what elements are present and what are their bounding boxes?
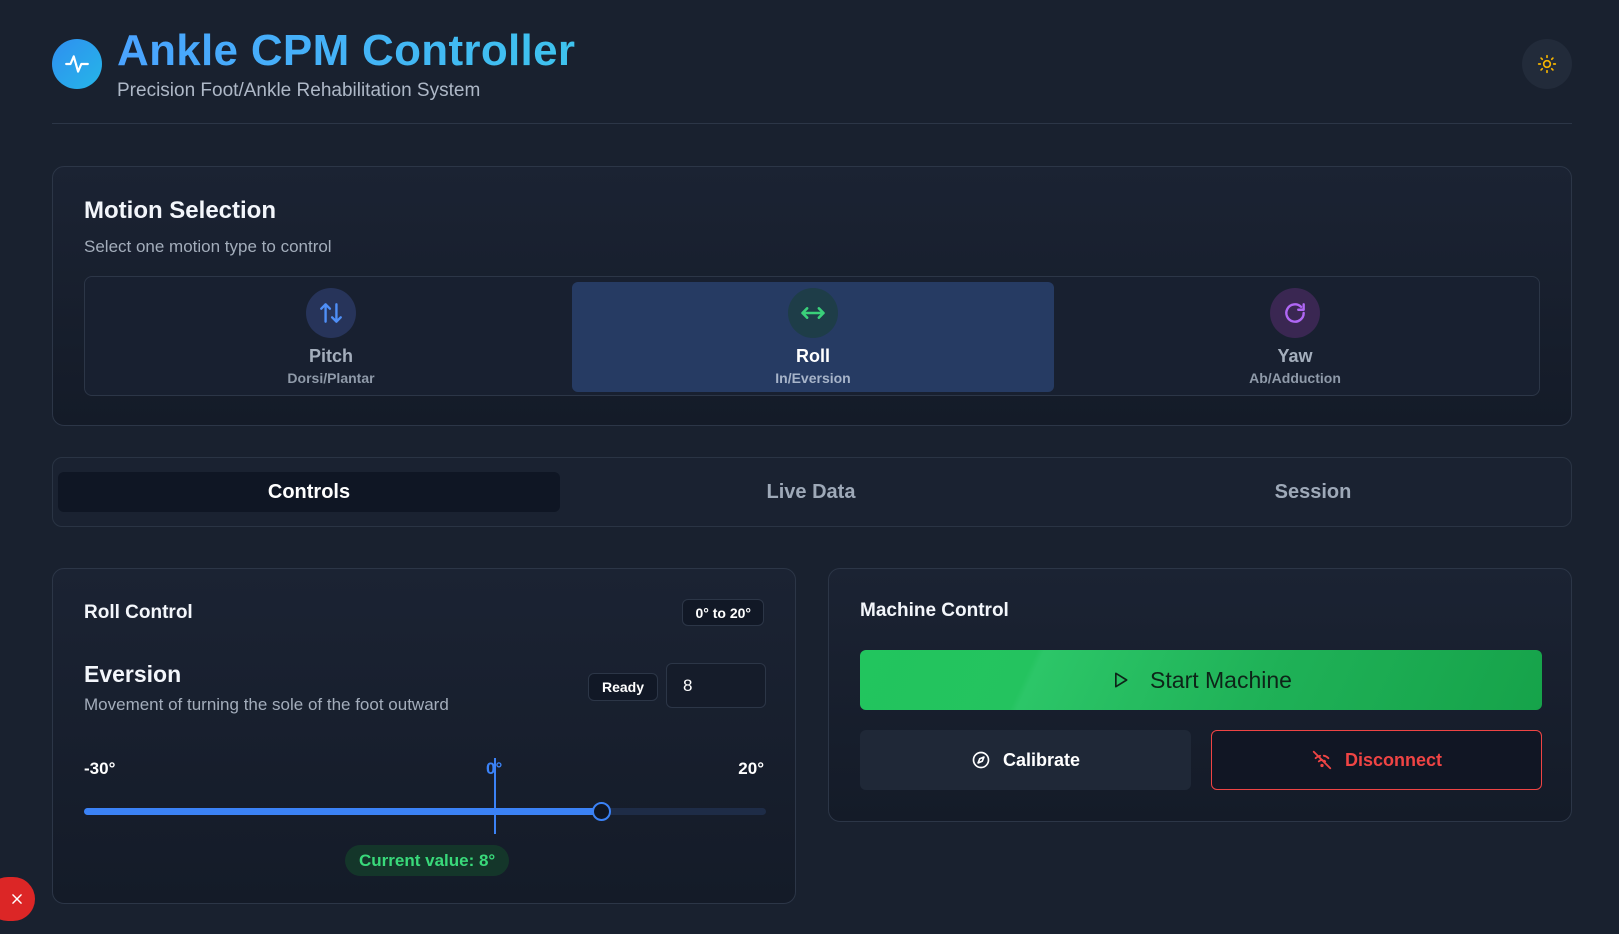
range-badge: 0° to 20° (682, 599, 764, 626)
app-header: Ankle CPM Controller Precision Foot/Ankl… (52, 26, 1572, 124)
motion-name: Eversion (84, 661, 182, 687)
disconnect-label: Disconnect (1344, 749, 1443, 770)
motion-selection-subtitle: Select one motion type to control (84, 237, 332, 256)
calibrate-button[interactable]: Calibrate (860, 730, 1191, 790)
motion-description: Movement of turning the sole of the foot… (84, 695, 449, 714)
roll-control-title: Roll Control (84, 602, 193, 623)
rotate-cw-icon (1270, 288, 1320, 338)
machine-control-card: Machine Control Start Machine Calibrate … (828, 568, 1572, 822)
disconnect-button[interactable]: Disconnect (1211, 730, 1542, 790)
motion-option-desc: Dorsi/Plantar (287, 370, 375, 386)
sun-icon (1537, 54, 1557, 74)
slider-fill (84, 808, 603, 815)
tab-live-data[interactable]: Live Data (560, 472, 1062, 512)
machine-control-title: Machine Control (860, 600, 1009, 621)
floating-close-button[interactable] (0, 877, 35, 921)
activity-pulse-icon (52, 39, 102, 89)
motion-option-yaw[interactable]: Yaw Ab/Adduction (1054, 282, 1536, 392)
motion-option-label: Roll (796, 346, 830, 366)
slider-min-label: -30° (84, 759, 116, 778)
arrows-up-down-icon (306, 288, 356, 338)
slider-thumb[interactable] (592, 802, 612, 821)
roll-control-card: Roll Control 0° to 20° Eversion Movement… (52, 568, 796, 904)
angle-value-input[interactable] (666, 663, 766, 708)
motion-option-desc: Ab/Adduction (1249, 370, 1341, 386)
start-machine-label: Start Machine (1150, 666, 1292, 693)
motion-option-desc: In/Eversion (775, 370, 851, 386)
start-machine-button[interactable]: Start Machine (860, 650, 1542, 710)
motion-option-pitch[interactable]: Pitch Dorsi/Plantar (90, 282, 572, 392)
app-title: Ankle CPM Controller (117, 26, 576, 75)
main-tabs: Controls Live Data Session (52, 457, 1572, 527)
angle-slider[interactable] (84, 802, 766, 821)
slider-max-label: 20° (738, 759, 764, 778)
zero-marker-line (494, 758, 496, 834)
wifi-off-icon (1312, 750, 1332, 770)
motion-option-label: Yaw (1277, 346, 1313, 366)
arrows-left-right-icon (788, 288, 838, 338)
motion-selection-card: Motion Selection Select one motion type … (52, 166, 1572, 426)
status-badge: Ready (588, 673, 659, 701)
close-icon (11, 894, 22, 904)
motion-type-group: Pitch Dorsi/Plantar Roll In/Eversion Yaw… (84, 276, 1540, 396)
calibrate-label: Calibrate (1002, 749, 1081, 770)
compass-icon (972, 751, 990, 769)
motion-selection-title: Motion Selection (84, 197, 276, 224)
tab-session[interactable]: Session (1062, 472, 1564, 512)
motion-option-roll[interactable]: Roll In/Eversion (572, 282, 1054, 392)
current-value-badge: Current value: 8° (345, 845, 510, 876)
tab-controls[interactable]: Controls (58, 472, 560, 512)
motion-option-label: Pitch (308, 346, 353, 366)
app-subtitle: Precision Foot/Ankle Rehabilitation Syst… (117, 80, 481, 101)
theme-toggle-button[interactable] (1522, 39, 1572, 89)
play-icon (1115, 672, 1128, 688)
app-root: Ankle CPM Controller Precision Foot/Ankl… (0, 0, 1619, 934)
